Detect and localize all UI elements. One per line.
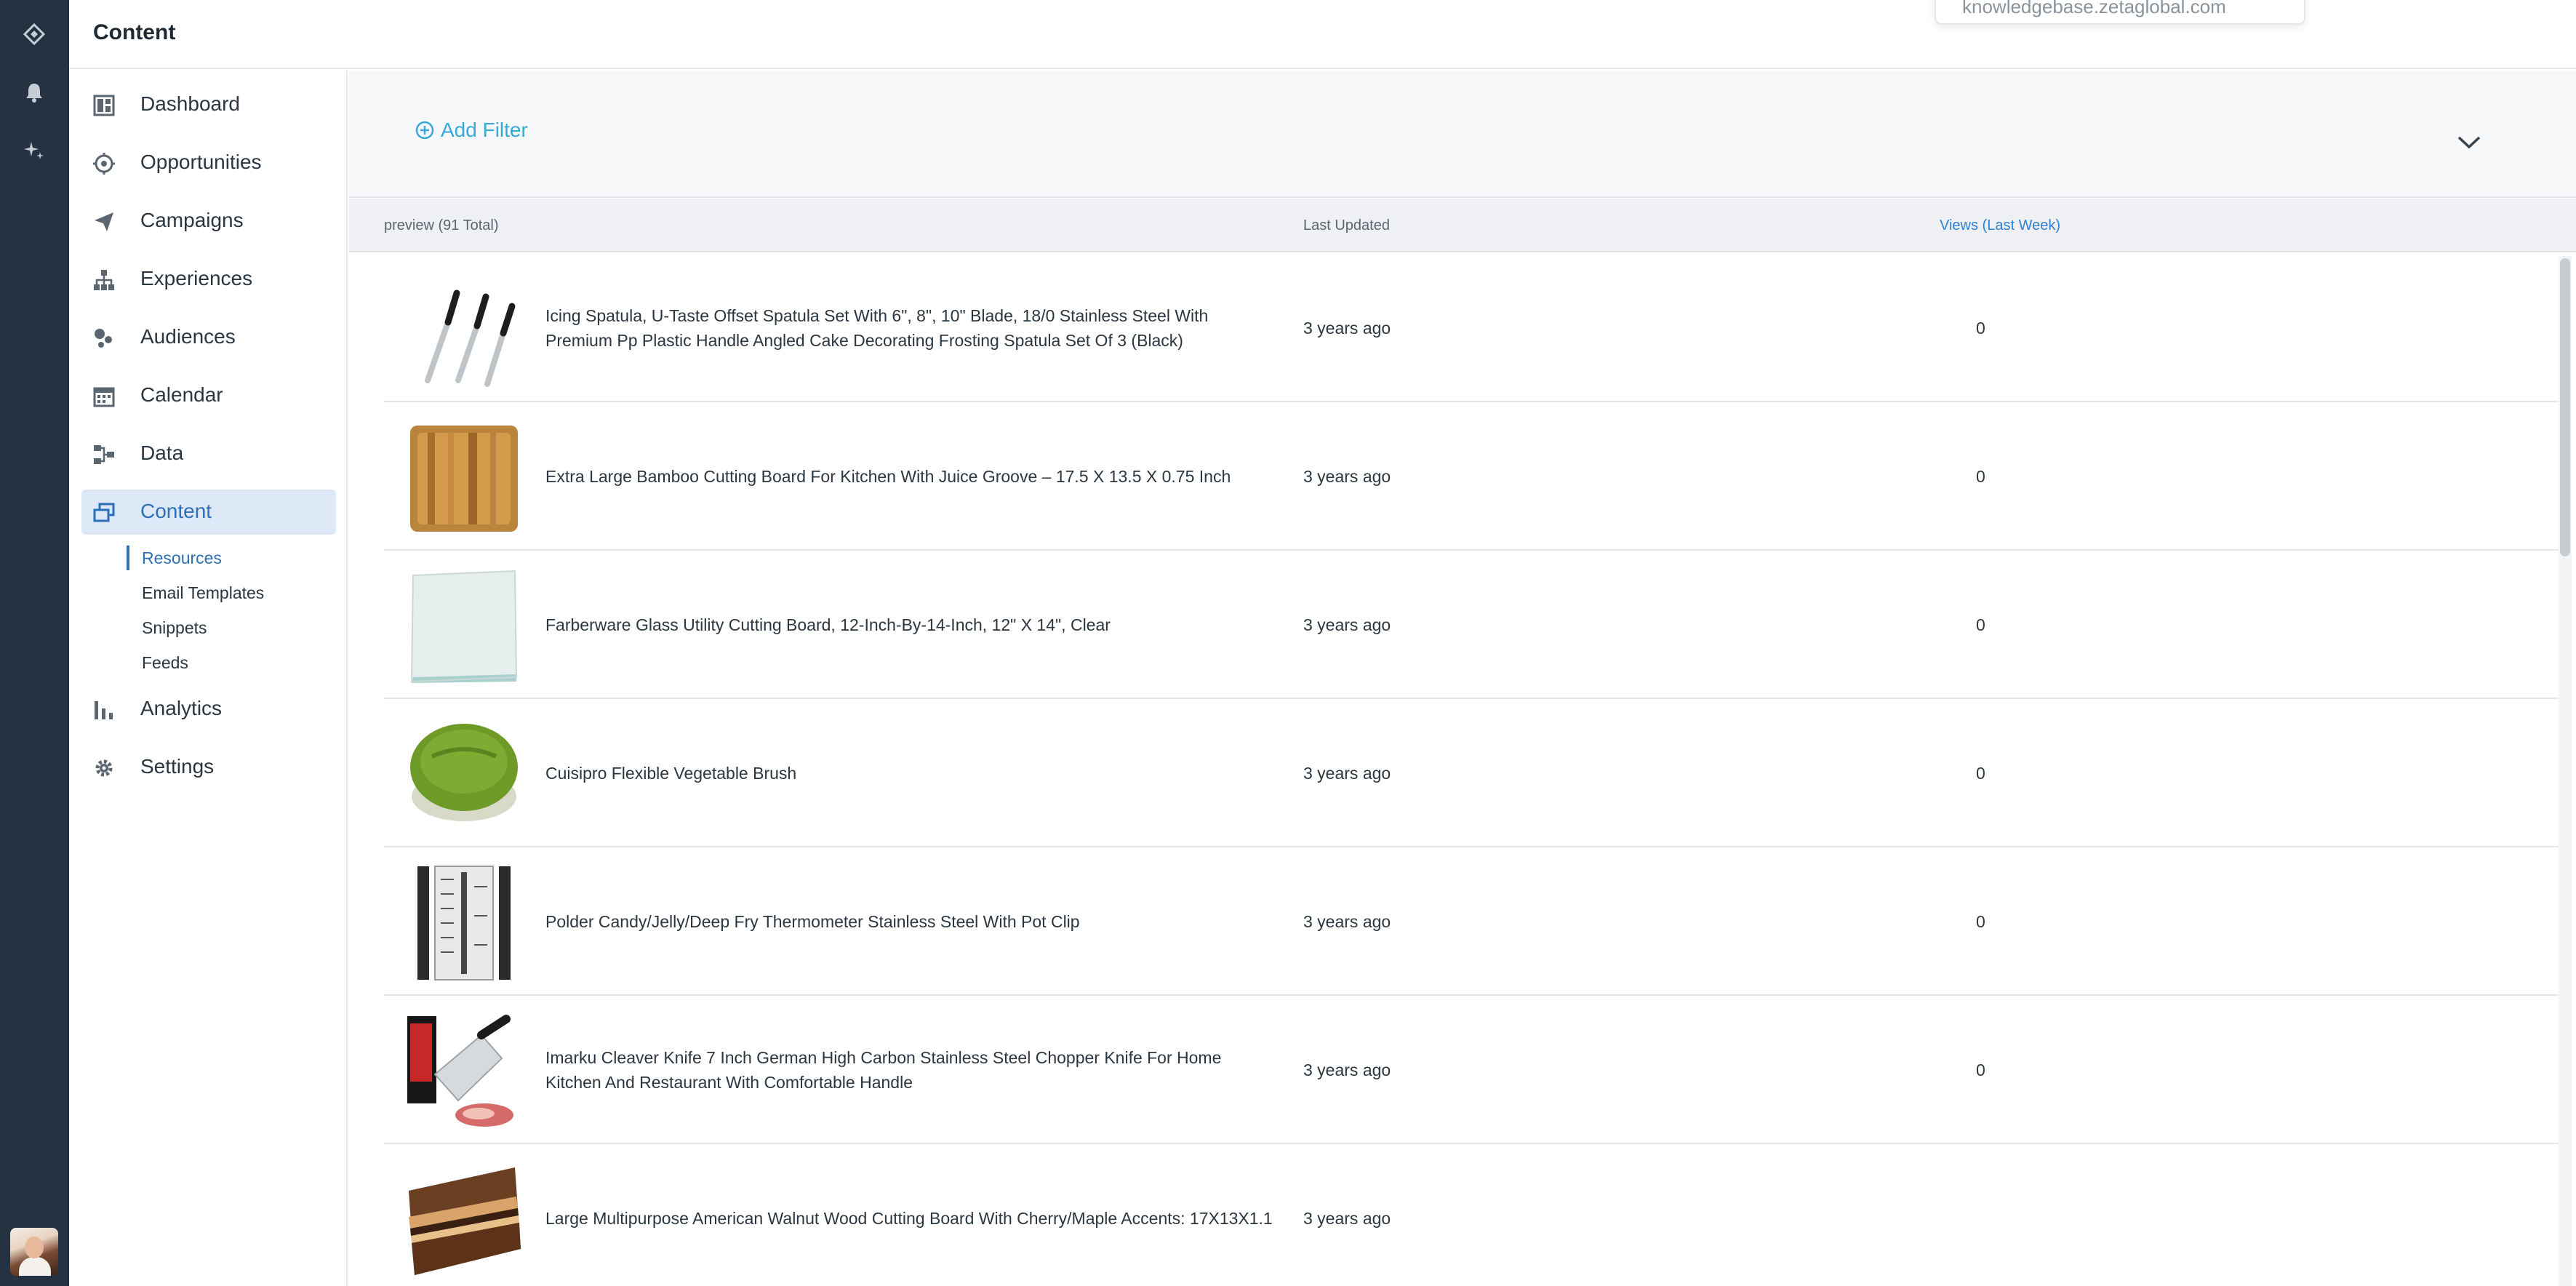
product-thumbnail (406, 568, 522, 684)
sidebar-item-data[interactable]: Data (81, 431, 336, 476)
add-filter-label: Add Filter (441, 119, 528, 141)
sidebar-subitem-email-templates[interactable]: Email Templates (142, 578, 264, 607)
last-updated: 3 years ago (1303, 466, 1391, 486)
audience-icon (92, 326, 116, 351)
product-thumbnail (406, 1162, 522, 1278)
column-header-views[interactable]: Views (Last Week) (1940, 217, 2060, 234)
top-bar: Content knowledgebase.zetaglobal.com (69, 0, 2576, 69)
resource-title[interactable]: Farberware Glass Utility Cutting Board, … (545, 551, 1273, 699)
content-icon (92, 500, 116, 525)
paper-plane-icon (92, 209, 116, 234)
sidebar-item-label: Calendar (140, 383, 223, 406)
sidebar-subitem-feeds[interactable]: Feeds (142, 648, 188, 677)
last-updated: 3 years ago (1303, 615, 1391, 634)
user-avatar[interactable] (10, 1228, 58, 1276)
active-indicator (127, 546, 129, 570)
resource-title[interactable]: Icing Spatula, U-Taste Offset Spatula Se… (545, 254, 1273, 402)
sidebar-item-settings[interactable]: Settings (81, 745, 336, 790)
sidebar-item-content[interactable]: Content (81, 490, 336, 535)
plus-circle-icon (415, 121, 434, 140)
hierarchy-icon (92, 268, 116, 292)
table-header: preview (91 Total) Last Updated Views (L… (349, 199, 2576, 252)
sidebar-subitem-snippets[interactable]: Snippets (142, 613, 207, 642)
scrollbar-thumb[interactable] (2560, 258, 2570, 556)
table-row[interactable]: Polder Candy/Jelly/Deep Fry Thermometer … (384, 847, 2563, 996)
sidebar-item-analytics[interactable]: Analytics (81, 687, 336, 732)
last-updated: 3 years ago (1303, 1208, 1391, 1228)
sparkle-icon[interactable] (19, 135, 49, 166)
data-flow-icon (92, 442, 116, 467)
chevron-down-icon[interactable] (2455, 127, 2484, 156)
product-thumbnail (406, 865, 522, 981)
product-thumbnail (406, 1013, 522, 1130)
last-updated: 3 years ago (1303, 911, 1391, 931)
calendar-icon (92, 384, 116, 409)
table-row[interactable]: Extra Large Bamboo Cutting Board For Kit… (384, 402, 2563, 551)
app-rail (0, 0, 69, 1286)
column-header-preview[interactable]: preview (91 Total) (384, 217, 498, 234)
page-title: Content (93, 20, 176, 44)
sidebar-item-experiences[interactable]: Experiences (81, 257, 336, 302)
table-row[interactable]: Cuisipro Flexible Vegetable Brush 3 year… (384, 699, 2563, 847)
sidebar-item-label: Data (140, 442, 184, 464)
sidebar-item-label: Settings (140, 755, 215, 778)
sidebar: Dashboard Opportunities Campaigns Experi… (69, 71, 348, 1286)
views-count: 0 (1976, 1060, 1985, 1079)
bar-chart-icon (92, 698, 116, 722)
resource-title[interactable]: Extra Large Bamboo Cutting Board For Kit… (545, 402, 1273, 551)
resource-title[interactable]: Polder Candy/Jelly/Deep Fry Thermometer … (545, 847, 1273, 996)
views-count: 0 (1976, 763, 1985, 783)
sidebar-item-dashboard[interactable]: Dashboard (81, 82, 336, 127)
product-thumbnail (406, 716, 522, 833)
sidebar-item-label: Campaigns (140, 209, 244, 231)
gear-icon (92, 756, 116, 780)
sidebar-item-label: Experiences (140, 267, 253, 289)
main-content: Add Filter preview (91 Total) Last Updat… (349, 71, 2576, 1286)
zeta-logo-icon[interactable] (19, 19, 49, 49)
table-row[interactable]: Farberware Glass Utility Cutting Board, … (384, 551, 2563, 699)
sidebar-item-audiences[interactable]: Audiences (81, 315, 336, 360)
views-count: 0 (1976, 318, 1985, 338)
table-row[interactable]: Large Multipurpose American Walnut Wood … (384, 1144, 2563, 1286)
sidebar-item-label: Content (140, 500, 212, 522)
resource-title[interactable]: Large Multipurpose American Walnut Wood … (545, 1144, 1273, 1286)
account-domain: knowledgebase.zetaglobal.com (1962, 0, 2226, 17)
table-row[interactable]: Imarku Cleaver Knife 7 Inch German High … (384, 996, 2563, 1144)
dashboard-icon (92, 93, 116, 118)
views-count: 0 (1976, 911, 1985, 931)
product-thumbnail (406, 271, 522, 388)
sidebar-item-campaigns[interactable]: Campaigns (81, 199, 336, 244)
views-count: 0 (1976, 615, 1985, 634)
add-filter-button[interactable]: Add Filter (415, 119, 528, 142)
bell-icon[interactable] (19, 77, 49, 108)
table-row[interactable]: Icing Spatula, U-Taste Offset Spatula Se… (384, 254, 2563, 402)
product-thumbnail (406, 420, 522, 536)
last-updated: 3 years ago (1303, 1060, 1391, 1079)
sidebar-item-label: Analytics (140, 697, 223, 719)
sidebar-item-calendar[interactable]: Calendar (81, 373, 336, 418)
sidebar-subitem-resources[interactable]: Resources (142, 543, 222, 572)
last-updated: 3 years ago (1303, 763, 1391, 783)
views-count: 0 (1976, 466, 1985, 486)
sidebar-item-label: Opportunities (140, 151, 262, 173)
resource-title[interactable]: Imarku Cleaver Knife 7 Inch German High … (545, 996, 1273, 1144)
column-header-last-updated[interactable]: Last Updated (1303, 217, 1390, 234)
account-dropdown[interactable]: knowledgebase.zetaglobal.com (1935, 0, 2305, 25)
resource-title[interactable]: Cuisipro Flexible Vegetable Brush (545, 699, 1273, 847)
last-updated: 3 years ago (1303, 318, 1391, 338)
filter-bar: Add Filter (349, 71, 2576, 198)
sidebar-item-opportunities[interactable]: Opportunities (81, 140, 336, 185)
target-icon (92, 151, 116, 176)
sidebar-item-label: Audiences (140, 325, 236, 348)
sidebar-item-label: Dashboard (140, 92, 240, 115)
